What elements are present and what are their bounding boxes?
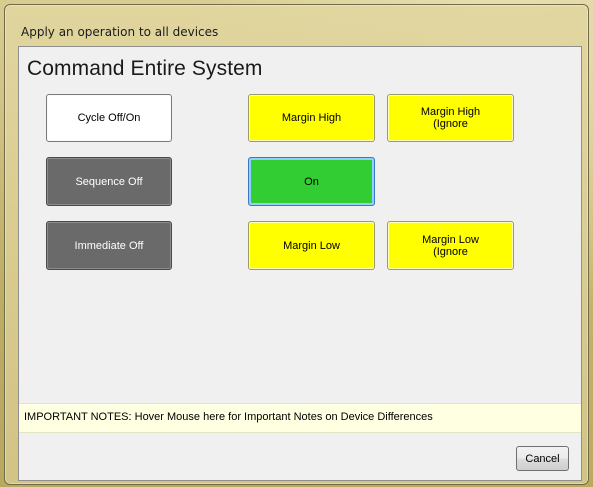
on-button[interactable]: On	[248, 157, 375, 206]
title-bar[interactable]: Apply an operation to all devices	[5, 5, 588, 45]
margin-low-button[interactable]: Margin Low	[248, 221, 375, 270]
sequence-off-button[interactable]: Sequence Off	[46, 157, 172, 206]
margin-high-ignore-button[interactable]: Margin High (Ignore	[387, 94, 514, 142]
margin-high-button[interactable]: Margin High	[248, 94, 375, 142]
important-notes-text: IMPORTANT NOTES: Hover Mouse here for Im…	[24, 411, 433, 423]
important-notes-bar[interactable]: IMPORTANT NOTES: Hover Mouse here for Im…	[19, 403, 581, 433]
dialog-content: Command Entire System Cycle Off/On Seque…	[18, 46, 582, 481]
window-title: Apply an operation to all devices	[21, 25, 219, 39]
immediate-off-button[interactable]: Immediate Off	[46, 221, 172, 270]
dialog-window: Apply an operation to all devices Comman…	[4, 4, 589, 485]
cancel-button[interactable]: Cancel	[516, 446, 569, 471]
page-title: Command Entire System	[27, 57, 263, 80]
margin-low-ignore-button[interactable]: Margin Low (Ignore	[387, 221, 514, 270]
cycle-off-on-button[interactable]: Cycle Off/On	[46, 94, 172, 142]
